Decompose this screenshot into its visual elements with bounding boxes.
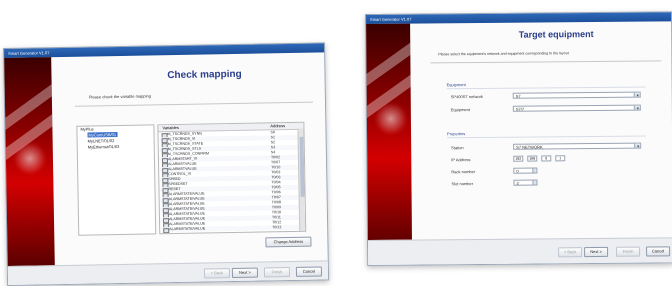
field-label: Rack number: [451, 169, 476, 175]
spinner-icon[interactable]: [532, 168, 537, 173]
network-select[interactable]: S7: [512, 91, 641, 99]
page-title: Check mapping: [167, 68, 242, 82]
field-label: SP400ST network: [450, 93, 483, 100]
window-title: Smart Generator V1.07: [4, 43, 325, 58]
ip-part-input[interactable]: 192: [513, 155, 524, 162]
station-select[interactable]: S7 NETWORK: [513, 142, 642, 150]
variable-name: ALARMSTATE/VALUE: [169, 226, 206, 232]
table-scrollbar[interactable]: [297, 128, 306, 231]
column-header-address[interactable]: Address: [270, 123, 285, 129]
instruction-text: Please select the equipment's network an…: [438, 51, 569, 57]
next-button[interactable]: Next >: [584, 246, 609, 258]
side-banner-image: [366, 23, 413, 247]
field-label: Station: [451, 145, 464, 151]
equipment-select[interactable]: S7/7: [512, 104, 641, 112]
change-address-button[interactable]: Change Address: [265, 236, 312, 248]
group-label-equipment: Equipment: [446, 82, 466, 88]
ip-part-input[interactable]: 0: [541, 155, 552, 162]
cancel-button[interactable]: Cancel: [295, 266, 323, 277]
ip-part-input[interactable]: 1: [555, 155, 566, 162]
group-label-properties: Properties: [447, 131, 466, 137]
cancel-button[interactable]: Cancel: [646, 246, 671, 257]
chevron-down-icon[interactable]: [633, 92, 640, 97]
wizard-footer: < Back Next > Finish Cancel: [367, 237, 672, 265]
mapping-table[interactable]: Variables Address M_TSCRNDS_SYNN S0 M_TSCR…: [157, 121, 307, 235]
rack-number-input[interactable]: 0: [513, 167, 538, 174]
finish-button[interactable]: Finish: [616, 246, 641, 257]
field-label: Slot number: [451, 181, 474, 187]
chevron-down-icon[interactable]: [633, 105, 640, 110]
back-button[interactable]: < Back: [558, 247, 583, 258]
window-title: Smart Generator V1.07: [366, 12, 672, 24]
chevron-down-icon[interactable]: [634, 143, 641, 148]
back-button[interactable]: < Back: [203, 268, 231, 279]
column-header-variables[interactable]: Variables: [162, 125, 178, 131]
page-title: Target equipment: [518, 29, 594, 40]
slot-number-input[interactable]: 2: [513, 179, 538, 186]
tree-item[interactable]: MyEthernet/01/03: [78, 143, 154, 150]
field-label: IP Address: [451, 157, 471, 163]
check-mapping-window: Smart Generator V1.07 Check mapping Plea…: [3, 42, 330, 286]
field-label: Equipment: [450, 107, 470, 113]
ip-part-input[interactable]: 168: [527, 155, 538, 162]
spinner-icon[interactable]: [532, 180, 537, 185]
side-banner-image: [4, 57, 55, 267]
target-equipment-window: Smart Generator V1.07 Target equipment P…: [365, 11, 672, 266]
variable-address: T0/13: [272, 225, 282, 230]
wizard-footer: < Back Next > Finish Cancel: [7, 260, 329, 285]
finish-button[interactable]: Finish: [263, 267, 291, 278]
next-button[interactable]: Next >: [231, 267, 259, 279]
instruction-text: Please check the variable mapping: [88, 93, 151, 100]
device-tree[interactable]: MyPlus MyComUSB/01 MyLNET/01/02 MyEthern…: [76, 124, 157, 236]
